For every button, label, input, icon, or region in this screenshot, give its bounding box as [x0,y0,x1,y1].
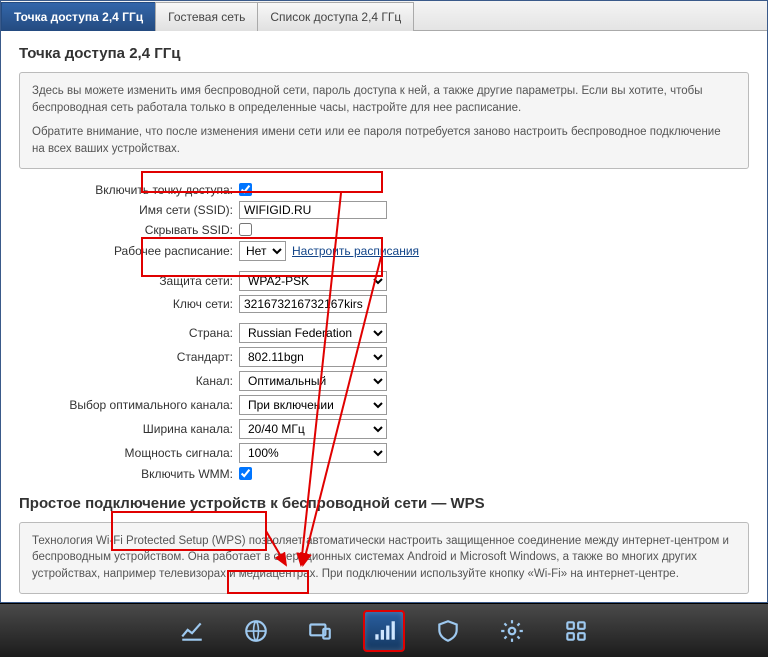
select-auto-channel[interactable]: При включении [239,395,387,415]
dock-wifi-icon[interactable] [363,610,405,652]
tab-guest[interactable]: Гостевая сеть [155,2,258,31]
select-power[interactable]: 100% [239,443,387,463]
dock-monitor-icon[interactable] [171,610,213,652]
label-security: Защита сети: [19,274,239,288]
checkbox-hide-ssid[interactable] [239,223,252,236]
input-key[interactable] [239,295,387,313]
label-standard: Стандарт: [19,350,239,364]
select-security[interactable]: WPA2-PSK [239,271,387,291]
label-channel: Канал: [19,374,239,388]
dock-shield-icon[interactable] [427,610,469,652]
bottom-dock [0,603,768,657]
checkbox-wmm[interactable] [239,467,252,480]
dock-devices-icon[interactable] [299,610,341,652]
label-width: Ширина канала: [19,422,239,436]
label-power: Мощность сигнала: [19,446,239,460]
section-ap-title: Точка доступа 2,4 ГГц [19,45,749,62]
select-width[interactable]: 20/40 МГц [239,419,387,439]
label-enable-ap: Включить точку доступа: [19,183,239,197]
info-ap: Здесь вы можете изменить имя беспроводно… [19,72,749,169]
dock-apps-icon[interactable] [555,610,597,652]
checkbox-enable-ap[interactable] [239,183,252,196]
tab-access-list[interactable]: Список доступа 2,4 ГГц [257,2,414,31]
page-body: Точка доступа 2,4 ГГц Здесь вы можете из… [1,31,767,603]
tab-ap-24[interactable]: Точка доступа 2,4 ГГц [1,2,156,31]
info-ap-p2: Обратите внимание, что после изменения и… [32,124,736,157]
info-ap-p1: Здесь вы можете изменить имя беспроводно… [32,83,736,116]
info-wps: Технология Wi-Fi Protected Setup (WPS) п… [19,522,749,594]
dock-gear-icon[interactable] [491,610,533,652]
label-auto-channel: Выбор оптимального канала: [19,398,239,412]
label-key: Ключ сети: [19,297,239,311]
select-channel[interactable]: Оптимальный [239,371,387,391]
select-standard[interactable]: 802.11bgn [239,347,387,367]
tabbar: Точка доступа 2,4 ГГц Гостевая сеть Спис… [1,1,767,31]
dock-globe-icon[interactable] [235,610,277,652]
select-country[interactable]: Russian Federation [239,323,387,343]
input-ssid[interactable] [239,201,387,219]
info-wps-p: Технология Wi-Fi Protected Setup (WPS) п… [32,533,736,583]
label-ssid: Имя сети (SSID): [19,203,239,217]
label-country: Страна: [19,326,239,340]
label-schedule: Рабочее расписание: [19,244,239,258]
section-wps-title: Простое подключение устройств к беспрово… [19,495,749,512]
label-hide-ssid: Скрывать SSID: [19,223,239,237]
select-schedule[interactable]: Нет [239,241,286,261]
label-wmm: Включить WMM: [19,467,239,481]
link-configure-schedule[interactable]: Настроить расписания [292,244,419,258]
